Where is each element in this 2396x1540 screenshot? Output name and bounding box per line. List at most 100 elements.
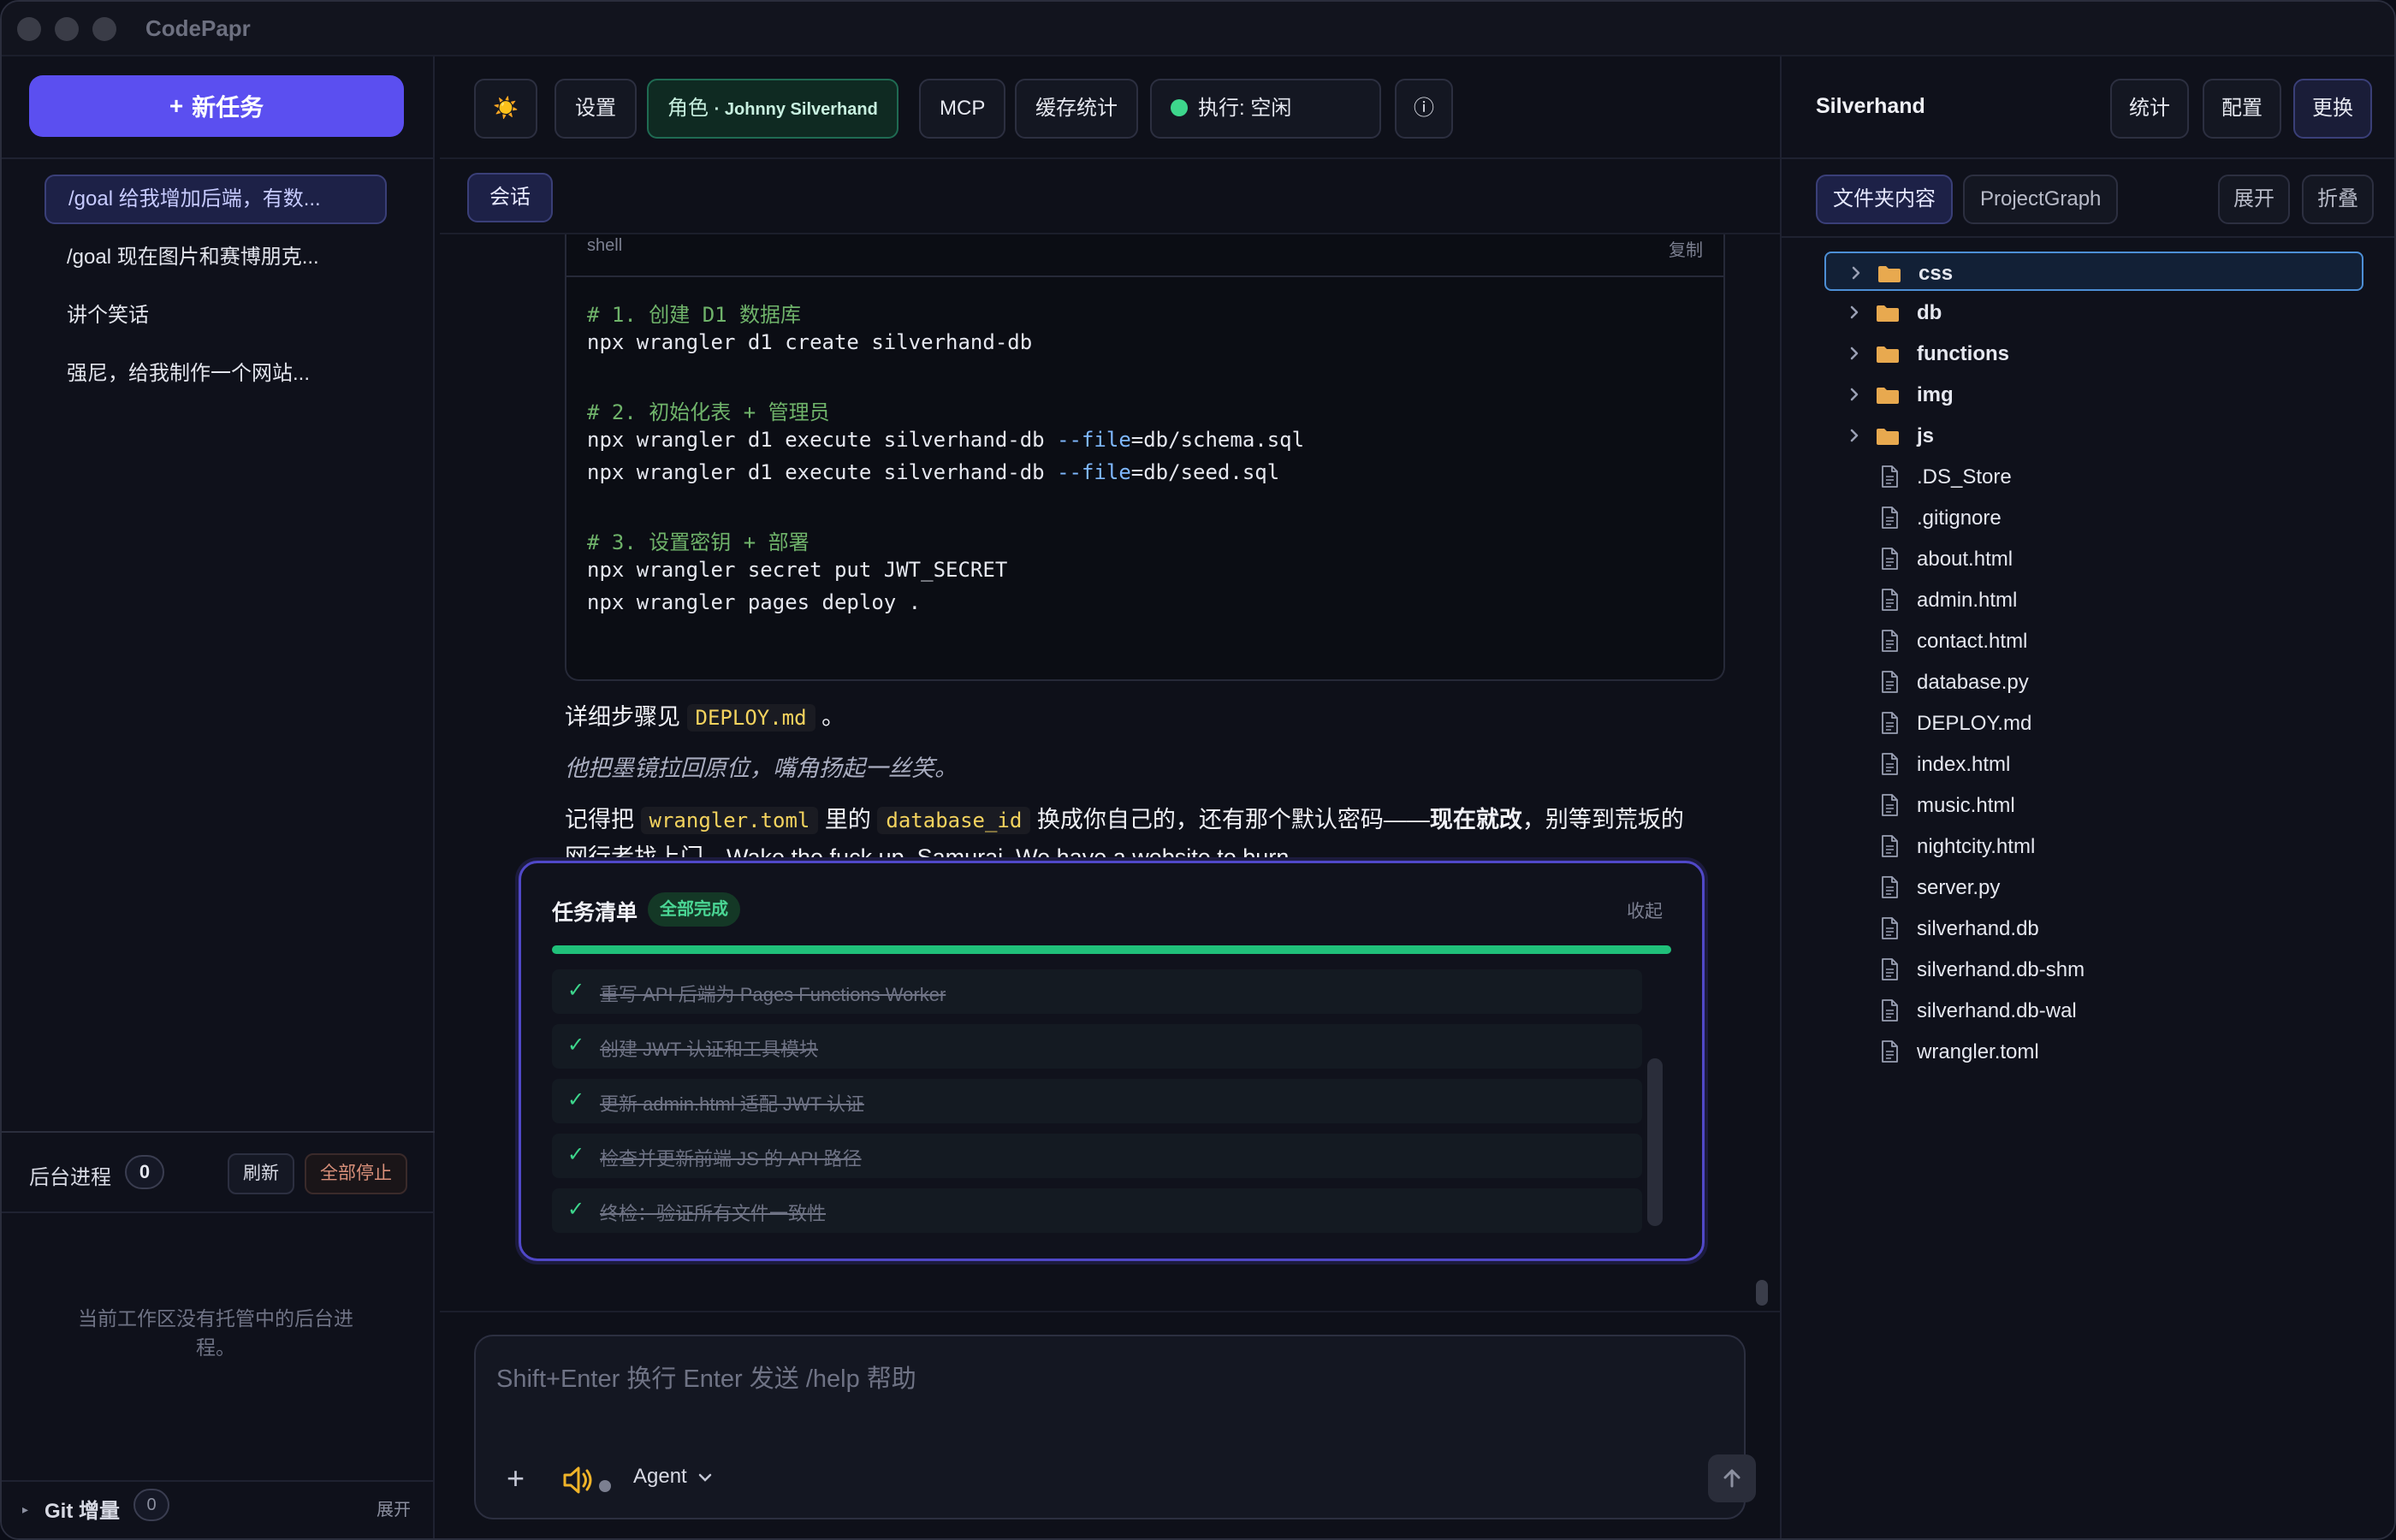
file-icon [1882, 1040, 1898, 1063]
theme-toggle-button[interactable]: ☀️ [474, 79, 537, 139]
expand-all-button[interactable]: 展开 [2218, 175, 2290, 224]
refresh-button[interactable]: 刷新 [228, 1153, 294, 1194]
message-paragraph: 详细步骤见 DEPLOY.md 。 [565, 704, 845, 732]
minimize-window-button[interactable] [55, 17, 79, 41]
sidebar: + 新任务 /goal 给我增加后端，有数... /goal 现在图片和赛博朋克… [2, 56, 435, 1538]
tree-file[interactable]: contact.html [1824, 621, 2363, 660]
chevron-right-icon[interactable]: ▸ [22, 1502, 28, 1517]
role-button[interactable]: 角色 · Johnny Silverhand [647, 79, 898, 139]
tree-file[interactable]: .DS_Store [1824, 457, 2363, 496]
tree-folder-functions[interactable]: functions [1824, 334, 2363, 373]
task-checklist: 任务清单 全部完成 收起 ✓ 重写 API 后端为 Pages Function… [519, 861, 1705, 1261]
file-panel: Silverhand 统计 配置 更换 文件夹内容 ProjectGraph 展… [1780, 56, 2394, 1538]
cache-stats-button[interactable]: 缓存统计 [1015, 79, 1138, 139]
chevron-right-icon[interactable] [1847, 264, 1865, 282]
tree-file[interactable]: .gitignore [1824, 498, 2363, 537]
copy-code-button[interactable]: 复制 [1669, 236, 1703, 261]
chat-scrollbar[interactable] [1756, 1280, 1768, 1306]
tree-file[interactable]: wrangler.toml [1824, 1032, 2363, 1071]
toolbar-divider [440, 157, 1780, 159]
tree-folder-img[interactable]: img [1824, 375, 2363, 414]
tree-file[interactable]: server.py [1824, 868, 2363, 907]
tree-file[interactable]: about.html [1824, 539, 2363, 578]
close-window-button[interactable] [17, 17, 41, 41]
tree-item-name: nightcity.html [1917, 835, 2036, 858]
right-tabs-divider [1782, 236, 2394, 238]
background-panel-divider[interactable] [2, 1131, 435, 1133]
info-icon: ⓘ [1414, 97, 1434, 120]
role-label: 角色 [667, 97, 709, 120]
checklist-item: ✓ 重写 API 后端为 Pages Functions Worker [552, 969, 1642, 1014]
git-divider [2, 1480, 435, 1482]
info-button[interactable]: ⓘ [1395, 79, 1453, 139]
task-item[interactable]: /goal 现在图片和赛博朋克... [44, 233, 387, 282]
tree-file[interactable]: database.py [1824, 662, 2363, 702]
tree-item-name: index.html [1917, 753, 2011, 776]
tab-session[interactable]: 会话 [467, 173, 553, 222]
agent-select[interactable]: Agent [633, 1465, 713, 1489]
git-expand-button[interactable]: 展开 [377, 1496, 411, 1520]
tree-file[interactable]: admin.html [1824, 580, 2363, 619]
tree-file[interactable]: music.html [1824, 785, 2363, 825]
inline-code: DEPLOY.md [686, 704, 815, 732]
stop-all-button[interactable]: 全部停止 [305, 1153, 407, 1194]
tree-file[interactable]: silverhand.db [1824, 909, 2363, 948]
title-bar: CodePapr [2, 2, 2394, 56]
file-icon [1882, 506, 1898, 529]
settings-button[interactable]: 设置 [555, 79, 637, 139]
file-icon [1882, 835, 1898, 857]
tree-item-name: database.py [1917, 671, 2029, 694]
speaker-icon[interactable] [561, 1465, 596, 1496]
tree-file[interactable]: nightcity.html [1824, 826, 2363, 866]
file-icon [1882, 465, 1898, 488]
tree-file[interactable]: DEPLOY.md [1824, 703, 2363, 743]
git-title[interactable]: Git 增量 [44, 1494, 120, 1524]
file-icon [1882, 958, 1898, 980]
chevron-right-icon[interactable] [1845, 426, 1864, 445]
tab-project-graph[interactable]: ProjectGraph [1963, 175, 2119, 224]
tree-item-name: silverhand.db-shm [1917, 958, 2085, 981]
tree-folder-css[interactable]: css [1824, 252, 2363, 291]
send-button[interactable] [1708, 1454, 1756, 1502]
tree-folder-db[interactable]: db [1824, 293, 2363, 332]
chevron-right-icon[interactable] [1845, 303, 1864, 322]
task-item[interactable]: 讲个笑话 [44, 291, 387, 341]
collapse-checklist-button[interactable]: 收起 [1627, 897, 1663, 923]
new-task-button[interactable]: + 新任务 [29, 75, 404, 137]
mcp-button[interactable]: MCP [919, 79, 1006, 139]
status-badge: 全部完成 [648, 892, 740, 927]
plus-icon: + [169, 92, 184, 119]
folder-icon [1878, 266, 1901, 282]
task-item[interactable]: /goal 给我增加后端，有数... [44, 175, 387, 224]
zoom-window-button[interactable] [92, 17, 116, 41]
execution-status[interactable]: 执行: 空闲 [1150, 79, 1381, 139]
tree-file[interactable]: index.html [1824, 744, 2363, 784]
tree-folder-js[interactable]: js [1824, 416, 2363, 455]
message-input[interactable] [496, 1353, 1711, 1405]
task-item[interactable]: 强尼，给我制作一个网站... [44, 349, 387, 399]
role-name: · Johnny Silverhand [714, 100, 878, 119]
stats-button[interactable]: 统计 [2110, 79, 2189, 139]
collapse-all-button[interactable]: 折叠 [2302, 175, 2374, 224]
code-block-header: shell 复制 [566, 234, 1723, 277]
git-count: 0 [133, 1489, 169, 1521]
tree-file[interactable]: silverhand.db-shm [1824, 950, 2363, 989]
add-attachment-button[interactable]: + [507, 1463, 525, 1494]
chevron-right-icon[interactable] [1845, 385, 1864, 404]
chevron-down-icon [699, 1473, 712, 1482]
checkmark-icon: ✓ [567, 1034, 585, 1057]
app-title: CodePapr [145, 15, 251, 41]
tree-item-name: css [1919, 262, 1954, 285]
file-icon [1882, 630, 1898, 652]
file-icon [1882, 794, 1898, 816]
right-header-divider [1782, 157, 2394, 159]
config-button[interactable]: 配置 [2203, 79, 2281, 139]
file-icon [1882, 589, 1898, 611]
background-process-count: 0 [125, 1155, 164, 1189]
checklist-scrollbar[interactable] [1647, 1058, 1663, 1226]
change-project-button[interactable]: 更换 [2293, 79, 2372, 139]
tab-folder-contents[interactable]: 文件夹内容 [1816, 175, 1953, 224]
tree-file[interactable]: silverhand.db-wal [1824, 991, 2363, 1030]
chevron-right-icon[interactable] [1845, 344, 1864, 363]
background-divider [2, 1211, 435, 1213]
